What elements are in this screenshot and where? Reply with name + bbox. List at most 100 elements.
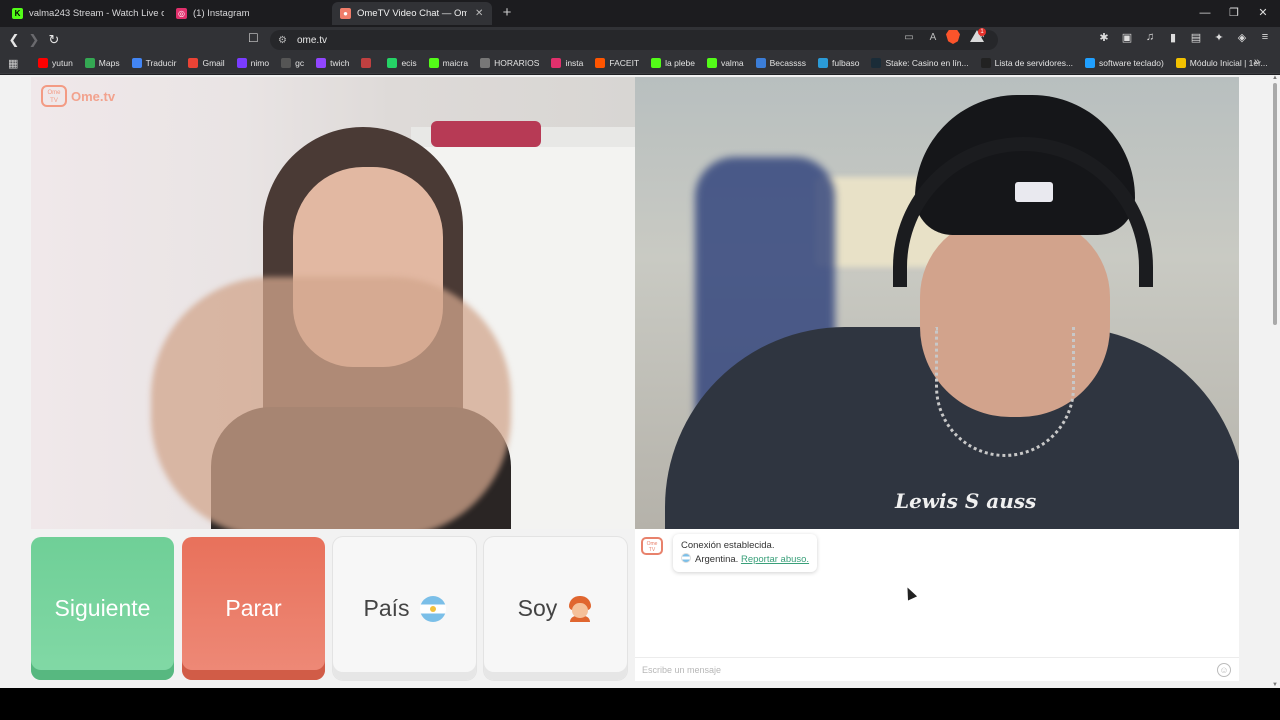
url-text: ome.tv xyxy=(296,34,327,46)
taskbar xyxy=(0,688,1280,720)
leo-icon[interactable]: ✦ xyxy=(1212,31,1226,44)
emoji-icon[interactable]: ☺ xyxy=(1217,663,1231,677)
close-icon[interactable]: ✕ xyxy=(475,8,483,19)
bookmark-label: yutun xyxy=(52,58,73,68)
bookmark-item[interactable]: insta xyxy=(551,58,583,68)
window-close-button[interactable]: ✕ xyxy=(1248,4,1278,22)
tab-label: OmeTV Video Chat — Omeg xyxy=(357,8,467,19)
tab-ometv[interactable]: ● OmeTV Video Chat — Omeg ✕ xyxy=(332,2,492,25)
bookmark-item[interactable]: FACEIT xyxy=(595,58,639,68)
bookmarks-bar: ▦ yutun Maps Traducir Gmail nimo gc twich ecis m… xyxy=(0,53,1280,74)
message-input[interactable] xyxy=(642,664,1202,675)
bookmark-label: maicra xyxy=(442,58,469,68)
menu-icon[interactable]: ≡ xyxy=(1258,31,1272,44)
reload-button[interactable]: ↻ xyxy=(45,31,63,49)
bookmark-label: insta xyxy=(565,58,584,68)
site-info-icon[interactable]: ⚙ xyxy=(278,35,287,46)
bookmark-icon[interactable]: ☐ xyxy=(248,31,259,45)
bookmark-label: HORARIOS xyxy=(494,58,540,68)
bookmark-favicon-icon xyxy=(84,58,95,68)
stop-button[interactable]: Parar xyxy=(182,537,325,680)
bookmark-label: software teclado) xyxy=(1099,58,1164,68)
bookmark-favicon-icon xyxy=(361,58,372,68)
wallet-icon[interactable]: ▤ xyxy=(1189,31,1203,44)
brave-rewards-icon[interactable]: 1 xyxy=(970,28,986,44)
vpn-icon[interactable]: ◈ xyxy=(1235,31,1249,44)
browser-window: K valma243 Stream - Watch Live on Kic ◎ … xyxy=(0,0,1280,720)
bookmark-label: gc xyxy=(295,58,305,68)
bookmark-item[interactable]: Lista de servidores... xyxy=(980,58,1074,68)
bookmark-item[interactable]: HORARIOS xyxy=(480,58,539,68)
bookmark-item[interactable]: valma xyxy=(706,58,744,68)
next-button-label: Siguiente xyxy=(54,595,151,621)
bookmark-favicon-icon xyxy=(316,58,327,68)
more-bookmarks-icon[interactable]: » xyxy=(1254,56,1260,68)
bookmark-item[interactable]: Stake: Casino en lín... xyxy=(871,58,969,68)
cast-icon[interactable]: ▭ xyxy=(902,32,916,43)
bookmark-item[interactable]: Maps xyxy=(84,58,120,68)
ometv-chat-logo-icon: Ome TV xyxy=(641,537,663,555)
chat-panel: Ome TV Conexión establecida. Argentina. R… xyxy=(635,529,1239,681)
report-abuse-link[interactable]: Reportar abuso. xyxy=(741,554,809,565)
bookmark-item[interactable]: gc xyxy=(281,58,304,68)
bookmark-item[interactable]: yutun xyxy=(38,58,73,68)
gender-button[interactable]: Soy xyxy=(484,537,627,680)
ometv-icon: ● xyxy=(340,8,351,19)
tab-instagram[interactable]: ◎ (1) Instagram xyxy=(168,2,328,25)
mouse-cursor-icon xyxy=(902,585,918,601)
bookmark-favicon-icon xyxy=(1175,58,1186,68)
bookmark-label: Lista de servidores... xyxy=(994,58,1074,68)
bookmark-item[interactable]: software teclado) xyxy=(1085,58,1164,68)
bookmark-item[interactable]: maicra xyxy=(428,58,469,68)
sidebar-icon[interactable]: ▮ xyxy=(1166,31,1180,44)
restore-button[interactable]: ❐ xyxy=(1219,4,1249,22)
bookmark-label: nimo xyxy=(250,58,270,68)
bookmark-favicon-icon xyxy=(387,58,398,68)
scrollbar-thumb[interactable] xyxy=(1273,83,1277,325)
apps-grid-icon[interactable]: ▦ xyxy=(8,57,30,70)
bookmark-label: twich xyxy=(330,58,350,68)
bookmark-favicon-icon xyxy=(871,58,882,68)
bookmark-favicon-icon xyxy=(755,58,766,68)
bookmark-item[interactable]: Gmail xyxy=(188,58,225,68)
bookmark-favicon-icon xyxy=(131,58,142,68)
bookmark-label: Gmail xyxy=(202,58,225,68)
country-button[interactable]: País xyxy=(333,537,476,680)
bookmark-item[interactable]: la plebe xyxy=(651,58,695,68)
back-button[interactable]: ❮ xyxy=(5,31,23,49)
tab-kick[interactable]: K valma243 Stream - Watch Live on Kic xyxy=(4,2,164,25)
bookmark-item[interactable] xyxy=(361,58,375,68)
extensions-icon[interactable]: ✱ xyxy=(1097,31,1111,44)
tab-label: (1) Instagram xyxy=(193,8,250,19)
bookmark-item[interactable]: nimo xyxy=(236,58,270,68)
bookmark-label: Becassss xyxy=(769,58,807,68)
translate-icon[interactable]: A xyxy=(926,32,940,43)
ometv-logo: Ome TV Ome.tv xyxy=(41,85,115,107)
bookmark-label: Traducir xyxy=(145,58,177,68)
bookmark-item[interactable]: twich xyxy=(316,58,349,68)
next-button[interactable]: Siguiente xyxy=(31,537,174,680)
new-tab-button[interactable]: + xyxy=(498,4,516,22)
bookmark-label: Stake: Casino en lín... xyxy=(885,58,969,68)
connection-status: Conexión establecida. xyxy=(681,540,775,551)
gender-button-label: Soy xyxy=(517,595,558,621)
argentina-flag-icon xyxy=(419,595,446,622)
stop-button-label: Parar xyxy=(225,595,282,621)
bookmark-favicon-icon xyxy=(551,58,562,68)
page-scrollbar[interactable]: ▲ ▼ xyxy=(1270,75,1280,688)
media-icon[interactable]: ♫ xyxy=(1143,31,1157,44)
screenshot-icon[interactable]: ▣ xyxy=(1120,31,1134,44)
address-bar[interactable]: ⚙ ome.tv ▭ A ⌕ ↗ xyxy=(270,30,998,50)
kick-icon: K xyxy=(12,8,23,19)
tab-label: valma243 Stream - Watch Live on Kic xyxy=(29,8,164,19)
bookmark-label: Maps xyxy=(98,58,120,68)
bookmark-item[interactable]: Traducir xyxy=(131,58,177,68)
bookmark-label: la plebe xyxy=(665,58,695,68)
bookmark-favicon-icon xyxy=(428,58,439,68)
minimize-button[interactable]: — xyxy=(1190,4,1220,22)
bookmark-item[interactable]: Becassss xyxy=(755,58,807,68)
forward-button[interactable]: ❯ xyxy=(25,31,43,49)
bookmark-item[interactable]: ecis xyxy=(387,58,417,68)
bookmark-item[interactable]: fulbaso xyxy=(818,58,859,68)
bookmark-favicon-icon xyxy=(480,58,491,68)
